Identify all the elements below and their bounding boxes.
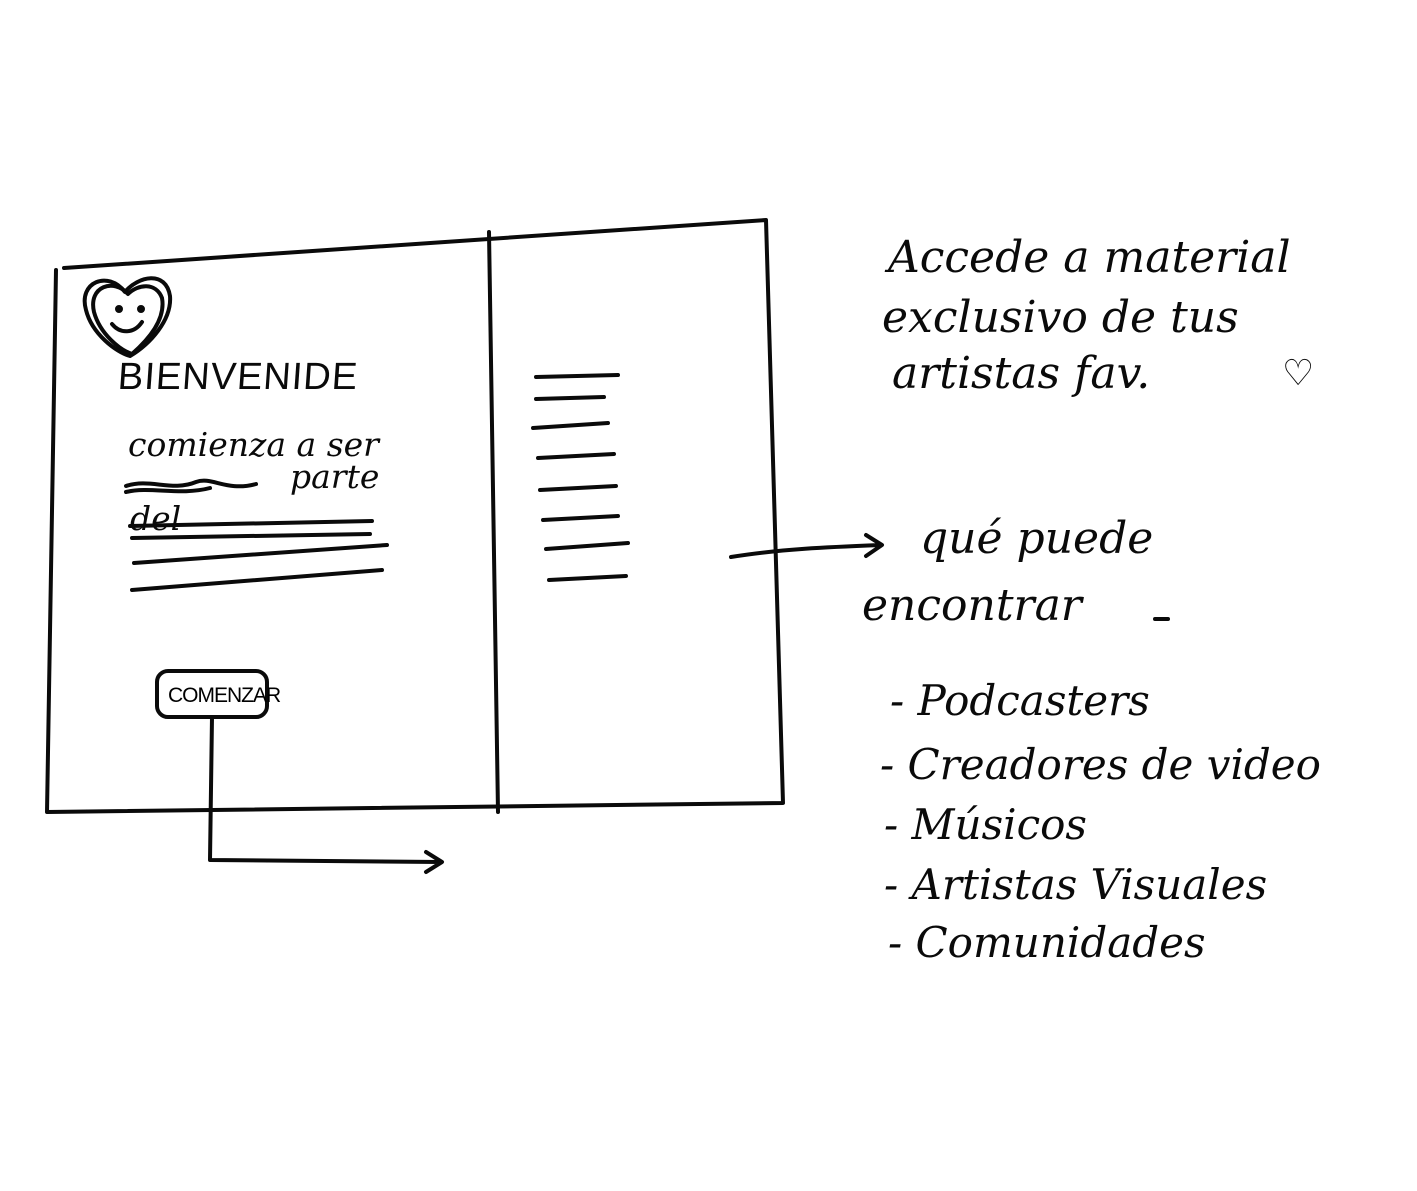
heart-icon: ♡ [1282, 353, 1315, 394]
sketch-drawing [45, 218, 1170, 874]
welcome-title: BIENVENIDE [116, 356, 360, 398]
access-note-line-1: Accede a material [888, 232, 1291, 283]
content-type-item: - Comunidades [888, 918, 1206, 967]
start-button-label: COMENZAR [168, 684, 281, 707]
arrow-from-button [208, 715, 444, 874]
text-placeholder-line [132, 543, 389, 565]
content-type-item: - Creadores de video [880, 740, 1321, 789]
arrow-to-notes [729, 533, 884, 559]
access-note-line-3: artistas fav. [892, 348, 1151, 399]
access-note-line-2: exclusivo de tus [882, 292, 1239, 343]
intro-text-line-2: parte [290, 457, 380, 496]
content-type-item: - Artistas Visuales [884, 860, 1268, 909]
text-placeholder-line [130, 568, 384, 592]
content-type-item: - Podcasters [890, 676, 1150, 725]
content-heading-line-2: encontrar [862, 580, 1082, 631]
content-heading-line-1: qué puede [920, 513, 1154, 564]
start-button[interactable]: COMENZAR [155, 669, 281, 719]
menu-lines-icon [531, 373, 630, 582]
panel-divider [487, 230, 500, 814]
crossed-out-scribble [124, 478, 258, 494]
smiling-heart-icon [82, 276, 173, 358]
content-type-item: - Músicos [884, 800, 1087, 849]
intro-text-line-3: del [130, 499, 182, 538]
